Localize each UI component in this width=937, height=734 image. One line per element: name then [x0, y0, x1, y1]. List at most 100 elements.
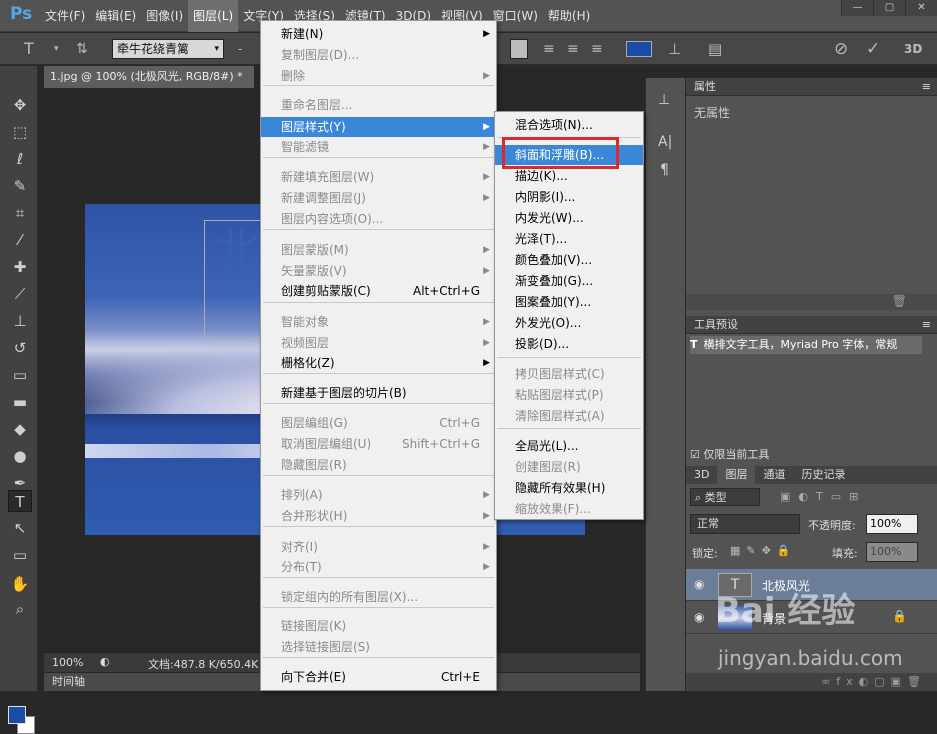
- eyedropper-tool-icon[interactable]: ⁄: [8, 229, 32, 251]
- move-tool-icon[interactable]: ✥: [8, 94, 32, 116]
- layer-menu-item: 矢量蒙版(V) ▶: [261, 261, 496, 281]
- layers-tab-2[interactable]: 通道: [755, 466, 793, 484]
- layer-menu-item[interactable]: 新建基于图层的切片(B): [261, 383, 496, 403]
- quick-select-tool-icon[interactable]: ✎: [8, 175, 32, 197]
- status-preview-icon[interactable]: ◐: [100, 655, 110, 668]
- menu-separator: [263, 157, 494, 158]
- brush-tool-icon[interactable]: ⟋: [8, 283, 32, 305]
- layer-style-item: 创建图层(R): [515, 460, 581, 474]
- layer-menu-item[interactable]: 向下合并(E) Ctrl+E: [261, 667, 496, 687]
- layer-menu-item[interactable]: 栅格化(Z) ▶: [261, 353, 496, 373]
- path-select-tool-icon[interactable]: ↖: [8, 517, 32, 539]
- layer-style-item[interactable]: 外发光(O)...: [495, 313, 643, 333]
- menu-2[interactable]: 图像(I): [141, 0, 188, 32]
- history-brush-tool-icon[interactable]: ↺: [8, 337, 32, 359]
- menu-item-label: 新建(N): [281, 27, 324, 41]
- crop-tool-icon[interactable]: ⌗: [8, 202, 32, 224]
- layer-menu-item[interactable]: 图层样式(Y) ▶: [261, 117, 496, 137]
- trash-icon[interactable]: 🗑: [892, 294, 907, 308]
- eraser-tool-icon[interactable]: ▭: [8, 364, 32, 386]
- menu-3[interactable]: 图层(L): [188, 0, 239, 32]
- menu-item-label: 图层编组(G): [281, 416, 348, 430]
- layer-menu-item: 图层编组(G) Ctrl+G: [261, 413, 496, 433]
- hand-tool-icon[interactable]: ✋: [8, 573, 32, 595]
- layer-style-item[interactable]: 图案叠加(Y)...: [495, 292, 643, 312]
- layer-style-item[interactable]: 隐藏所有效果(H): [495, 478, 643, 498]
- menu-0[interactable]: 文件(F): [40, 0, 90, 32]
- tool-preset-item[interactable]: T 横排文字工具，Myriad Pro 字体，常规: [690, 336, 922, 354]
- menu-item-label: 视频图层: [281, 336, 330, 350]
- gradient-tool-icon[interactable]: ▬: [8, 391, 32, 413]
- layer-style-item[interactable]: 内阴影(I)...: [495, 187, 643, 207]
- orientation-toggle-icon[interactable]: ⇅: [76, 39, 88, 59]
- layer-filter-select[interactable]: ⌕ 类型: [690, 488, 760, 506]
- rectangle-tool-icon[interactable]: ▭: [8, 544, 32, 566]
- visibility-eye-icon[interactable]: ◉: [694, 610, 704, 624]
- submenu-arrow-icon: ▶: [483, 338, 490, 348]
- lasso-tool-icon[interactable]: ℓ: [8, 148, 32, 170]
- layer-style-item[interactable]: 混合选项(N)...: [495, 115, 643, 135]
- font-family-select[interactable]: 牵牛花绕青篱 ▾: [112, 39, 224, 59]
- panel-menu-icon[interactable]: ≡: [922, 316, 931, 334]
- zoom-tool-icon[interactable]: ⌕: [8, 598, 32, 620]
- fill-field[interactable]: 100%: [866, 542, 918, 562]
- minimize-button[interactable]: —: [841, 0, 873, 16]
- layer-style-item[interactable]: 全局光(L)...: [495, 436, 643, 456]
- align-center-icon[interactable]: ≡: [567, 39, 579, 59]
- marquee-tool-icon[interactable]: ⬚: [8, 121, 32, 143]
- type-tool-icon[interactable]: T: [8, 490, 32, 512]
- character-panel-icon[interactable]: ▤: [708, 39, 722, 59]
- history-panel-icon[interactable]: ⊥: [658, 92, 670, 108]
- commit-icon[interactable]: ✓: [866, 39, 880, 59]
- blend-mode-select[interactable]: 正常: [690, 514, 800, 534]
- layer-filter-icons[interactable]: ▣◐T▭⊞: [780, 490, 866, 503]
- clone-stamp-tool-icon[interactable]: ⊥: [8, 310, 32, 332]
- layer-style-item: 清除图层样式(A): [515, 409, 605, 423]
- visibility-eye-icon[interactable]: ◉: [694, 577, 704, 591]
- 3d-button[interactable]: 3D: [904, 39, 922, 59]
- menu-1[interactable]: 编辑(E): [90, 0, 141, 32]
- foreground-color-swatch[interactable]: [8, 706, 26, 724]
- layer-style-item[interactable]: 描边(K)...: [495, 166, 643, 186]
- layers-tab-3[interactable]: 历史记录: [793, 466, 853, 484]
- tool-preset-chevron-icon[interactable]: ▾: [54, 39, 59, 59]
- layer-style-item[interactable]: 渐变叠加(G)...: [495, 271, 643, 291]
- layer-style-item[interactable]: 投影(D)...: [495, 334, 643, 354]
- layer-menu-item: 分布(T) ▶: [261, 557, 496, 577]
- tool-presets-panel-header[interactable]: 工具预设 ≡: [686, 316, 937, 334]
- character-panel-icon[interactable]: A|: [658, 134, 672, 150]
- layers-tab-1[interactable]: 图层: [717, 466, 756, 484]
- layer-menu-item: 新建填充图层(W) ▶: [261, 167, 496, 187]
- layer-menu-item: 取消图层编组(U) Shift+Ctrl+G: [261, 434, 496, 454]
- properties-panel-header[interactable]: 属性 ≡: [686, 78, 937, 96]
- restore-button[interactable]: ▢: [873, 0, 905, 16]
- layer-menu-item[interactable]: 创建剪贴蒙版(C) Alt+Ctrl+G: [261, 281, 496, 301]
- shortcut-label: Ctrl+G: [439, 416, 480, 430]
- zoom-level[interactable]: 100%: [52, 656, 83, 669]
- close-button[interactable]: ✕: [905, 0, 937, 16]
- submenu-arrow-icon: ▶: [483, 71, 490, 81]
- layer-menu-item[interactable]: 新建(N) ▶: [261, 24, 496, 44]
- healing-brush-tool-icon[interactable]: ✚: [8, 256, 32, 278]
- layer-style-item[interactable]: 颜色叠加(V)...: [495, 250, 643, 270]
- current-tool-only-checkbox[interactable]: ☑ 仅限当前工具: [690, 446, 769, 462]
- align-left-icon[interactable]: ≡: [543, 39, 555, 59]
- align-right-icon[interactable]: ≡: [591, 39, 603, 59]
- lock-icons[interactable]: ▦✎✥🔒: [730, 544, 797, 557]
- opacity-field[interactable]: 100%: [866, 514, 918, 534]
- text-tool-icon[interactable]: T: [24, 39, 34, 59]
- layer-style-item[interactable]: 光泽(T)...: [495, 229, 643, 249]
- layer-style-item[interactable]: 内发光(W)...: [495, 208, 643, 228]
- text-color-swatch[interactable]: [626, 41, 652, 57]
- warp-text-icon[interactable]: ⊥: [668, 39, 681, 59]
- dodge-tool-icon[interactable]: ●: [8, 445, 32, 467]
- panel-menu-icon[interactable]: ≡: [922, 78, 931, 96]
- document-tab[interactable]: 1.jpg @ 100% (北极风光, RGB/8#) * ×: [44, 66, 254, 105]
- layers-footer-buttons[interactable]: ∞fx◐▢▣🗑: [686, 673, 937, 691]
- layers-tab-0[interactable]: 3D: [686, 466, 717, 484]
- cancel-icon[interactable]: ⊘: [834, 39, 848, 59]
- paragraph-panel-icon[interactable]: ¶: [660, 162, 669, 178]
- menu-10[interactable]: 帮助(H): [543, 0, 595, 32]
- blur-tool-icon[interactable]: ◆: [8, 418, 32, 440]
- size-select[interactable]: [510, 39, 528, 59]
